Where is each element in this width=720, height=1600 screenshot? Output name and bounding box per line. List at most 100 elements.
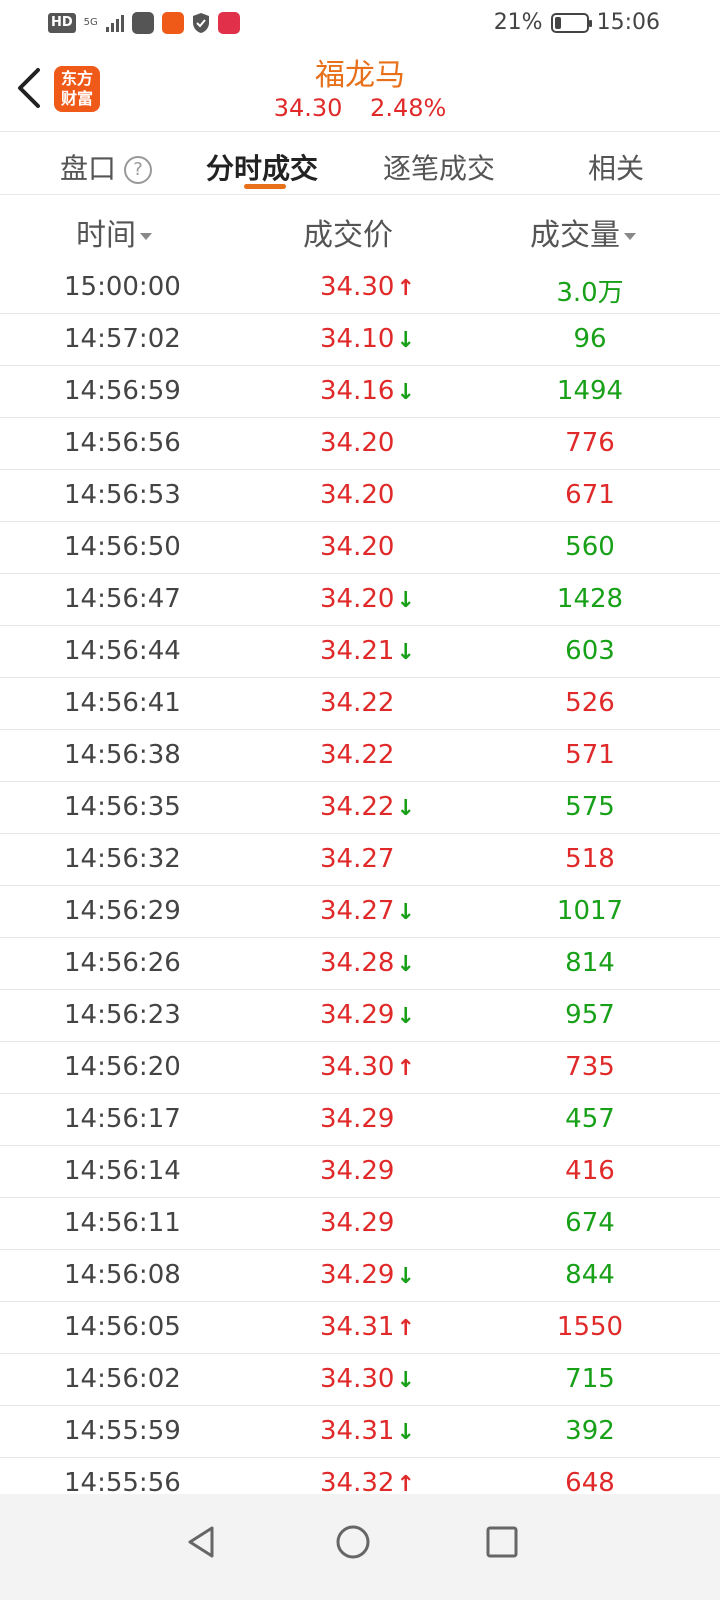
- trade-price-value: 34.20: [320, 584, 395, 614]
- trade-price: 34.22↓: [320, 792, 415, 822]
- trade-price-value: 34.31: [320, 1416, 395, 1446]
- trade-time: 14:56:59: [64, 376, 181, 406]
- table-row[interactable]: 14:56:50 34.20 560: [0, 522, 720, 574]
- table-row[interactable]: 14:56:32 34.27 518: [0, 834, 720, 886]
- battery-icon: [550, 12, 592, 33]
- trade-price: 34.31↑: [320, 1312, 415, 1342]
- network-type-label: 5G: [83, 17, 98, 28]
- trade-time: 14:56:50: [64, 532, 181, 562]
- trade-price: 34.21↓: [320, 636, 415, 666]
- table-row[interactable]: 14:56:17 34.29 457: [0, 1094, 720, 1146]
- tab-bar: 盘口? 分时成交 逐笔成交 相关: [0, 133, 720, 195]
- stock-name: 福龙马: [315, 58, 405, 93]
- trade-volume: 575: [565, 792, 615, 822]
- trade-price-value: 34.32: [320, 1468, 395, 1494]
- trade-volume: 735: [565, 1052, 615, 1082]
- mail-app-icon: [131, 12, 154, 34]
- trade-volume: 957: [565, 1000, 615, 1030]
- nav-recents-button[interactable]: [472, 1512, 532, 1572]
- trade-price: 34.22: [320, 688, 394, 718]
- table-row[interactable]: 14:56:41 34.22 526: [0, 678, 720, 730]
- trade-price-value: 34.20: [320, 480, 395, 510]
- table-row[interactable]: 14:55:56 34.32↑ 648: [0, 1458, 720, 1494]
- trade-price-value: 34.29: [320, 1000, 395, 1030]
- trade-price-value: 34.20: [320, 428, 395, 458]
- triangle-back-icon: [188, 1526, 214, 1558]
- arrow-down-icon: ↓: [396, 1264, 415, 1289]
- trade-time: 14:56:26: [64, 948, 181, 978]
- table-row[interactable]: 14:56:14 34.29 416: [0, 1146, 720, 1198]
- arrow-up-icon: ↑: [396, 276, 415, 301]
- trade-price-value: 34.29: [320, 1260, 395, 1290]
- game-app-icon: [217, 12, 240, 34]
- tab-order-book[interactable]: 盘口?: [60, 147, 153, 187]
- table-row[interactable]: 14:56:38 34.22 571: [0, 730, 720, 782]
- stock-quote: 34.30 2.48%: [0, 94, 720, 122]
- table-row[interactable]: 14:56:59 34.16↓ 1494: [0, 366, 720, 418]
- nav-back-button[interactable]: [172, 1512, 232, 1572]
- trade-volume: 776: [565, 428, 615, 458]
- shield-icon: [192, 13, 209, 33]
- trade-time: 14:56:08: [64, 1260, 181, 1290]
- tab-tick-trades[interactable]: 逐笔成交: [383, 147, 495, 187]
- trade-price: 34.28↓: [320, 948, 415, 978]
- table-row[interactable]: 14:56:26 34.28↓ 814: [0, 938, 720, 990]
- tab-related[interactable]: 相关: [588, 147, 644, 187]
- trade-volume: 1017: [556, 896, 624, 926]
- trade-price: 34.29: [320, 1208, 394, 1238]
- trades-list[interactable]: 15:00:00 34.30↑ 3.0万 14:57:02 34.10↓ 96 14:56:…: [0, 262, 720, 1494]
- trade-time: 14:56:20: [64, 1052, 181, 1082]
- trade-price-value: 34.16: [320, 376, 395, 406]
- status-icons-right: 21% 15:06: [494, 10, 660, 35]
- table-row[interactable]: 14:56:02 34.30↓ 715: [0, 1354, 720, 1406]
- table-row[interactable]: 14:56:20 34.30↑ 735: [0, 1042, 720, 1094]
- table-row[interactable]: 14:56:08 34.29↓ 844: [0, 1250, 720, 1302]
- trade-price: 34.22: [320, 740, 394, 770]
- column-header: 时间 成交价 成交量: [0, 196, 720, 262]
- arrow-down-icon: ↓: [396, 1368, 415, 1393]
- trade-price-value: 34.29: [320, 1208, 395, 1238]
- trade-price-value: 34.31: [320, 1312, 395, 1342]
- table-row[interactable]: 15:00:00 34.30↑ 3.0万: [0, 262, 720, 314]
- table-row[interactable]: 14:56:35 34.22↓ 575: [0, 782, 720, 834]
- table-row[interactable]: 14:56:29 34.27↓ 1017: [0, 886, 720, 938]
- table-row[interactable]: 14:55:59 34.31↓ 392: [0, 1406, 720, 1458]
- help-icon[interactable]: ?: [124, 156, 153, 184]
- table-row[interactable]: 14:57:02 34.10↓ 96: [0, 314, 720, 366]
- table-row[interactable]: 14:56:44 34.21↓ 603: [0, 626, 720, 678]
- trade-time: 14:56:35: [64, 792, 181, 822]
- table-row[interactable]: 14:56:56 34.20 776: [0, 418, 720, 470]
- trade-price-value: 34.30: [320, 1364, 395, 1394]
- column-volume-label: 成交量: [530, 218, 620, 253]
- table-row[interactable]: 14:56:05 34.31↑ 1550: [0, 1302, 720, 1354]
- column-volume-sort[interactable]: 成交量: [530, 210, 636, 254]
- table-row[interactable]: 14:56:47 34.20↓ 1428: [0, 574, 720, 626]
- trade-volume: 571: [565, 740, 615, 770]
- trade-price-value: 34.29: [320, 1104, 395, 1134]
- arrow-down-icon: ↓: [396, 1004, 415, 1029]
- trade-price-value: 34.21: [320, 636, 395, 666]
- trade-volume: 457: [565, 1104, 615, 1134]
- trade-price-value: 34.20: [320, 532, 395, 562]
- signal-strength-icon: [105, 14, 124, 32]
- system-nav-bar: [0, 1494, 720, 1600]
- arrow-down-icon: ↓: [396, 588, 415, 613]
- trade-volume: 416: [565, 1156, 615, 1186]
- nav-home-button[interactable]: [323, 1512, 383, 1572]
- table-row[interactable]: 14:56:53 34.20 671: [0, 470, 720, 522]
- tab-time-trades[interactable]: 分时成交: [206, 147, 318, 187]
- trade-volume: 1428: [556, 584, 624, 614]
- table-row[interactable]: 14:56:11 34.29 674: [0, 1198, 720, 1250]
- arrow-down-icon: ↓: [396, 1420, 415, 1445]
- clock: 15:06: [596, 10, 660, 35]
- trade-price: 34.29: [320, 1104, 394, 1134]
- column-time-sort[interactable]: 时间: [76, 210, 152, 254]
- sort-caret-icon: [140, 233, 152, 240]
- trade-volume: 603: [565, 636, 615, 666]
- tab-order-book-label: 盘口: [60, 152, 117, 185]
- status-icons-left: HD 5G: [48, 12, 240, 34]
- trade-time: 14:56:29: [64, 896, 181, 926]
- trade-price-value: 34.27: [320, 844, 395, 874]
- table-row[interactable]: 14:56:23 34.29↓ 957: [0, 990, 720, 1042]
- trade-price: 34.29↓: [320, 1000, 415, 1030]
